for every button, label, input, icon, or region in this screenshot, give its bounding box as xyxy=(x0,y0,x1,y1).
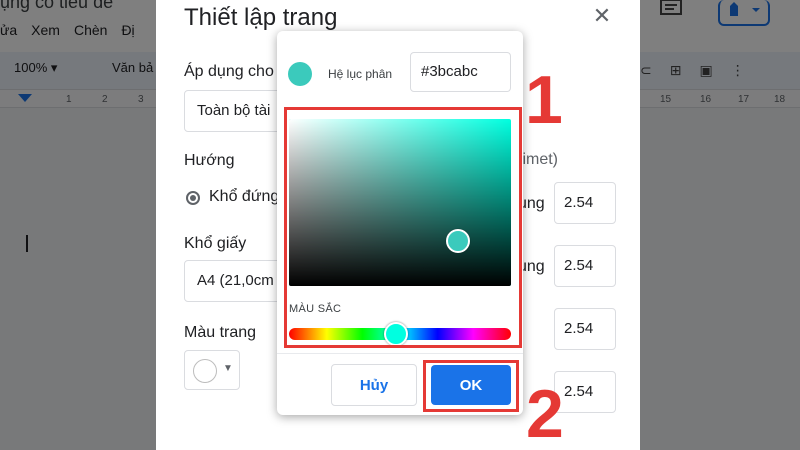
orientation-label: Hướng xyxy=(184,152,235,169)
cancel-button[interactable]: Hủy xyxy=(331,364,417,406)
apply-to-label: Áp dụng cho xyxy=(184,63,274,80)
margin-bottom-input[interactable]: 2.54 xyxy=(554,245,616,287)
margin-left-input[interactable]: 2.54 xyxy=(554,308,616,350)
close-icon[interactable]: ✕ xyxy=(590,4,614,28)
current-color-swatch xyxy=(288,62,312,86)
highlight-box-ok-button xyxy=(423,360,519,412)
chevron-down-icon: ▼ xyxy=(223,363,233,374)
portrait-radio[interactable] xyxy=(186,191,200,205)
divider xyxy=(277,353,523,354)
step-number-2: 2 xyxy=(526,376,564,450)
dialog-title: Thiết lập trang xyxy=(184,4,338,31)
hex-input[interactable]: #3bcabc xyxy=(410,52,511,92)
page-color-swatch xyxy=(193,359,217,383)
hex-label: Hệ lục phân xyxy=(328,67,393,81)
page-color-label: Màu trang xyxy=(184,324,257,341)
page-color-button[interactable]: ▼ xyxy=(184,350,240,390)
paper-size-label: Khổ giấy xyxy=(184,235,247,252)
portrait-radio-label[interactable]: Khổ đứng xyxy=(209,188,279,206)
margin-top-input[interactable]: 2.54 xyxy=(554,182,616,224)
highlight-box-color-area xyxy=(284,107,522,348)
margins-unit-label: timet) xyxy=(518,151,558,168)
step-number-1: 1 xyxy=(525,62,563,138)
